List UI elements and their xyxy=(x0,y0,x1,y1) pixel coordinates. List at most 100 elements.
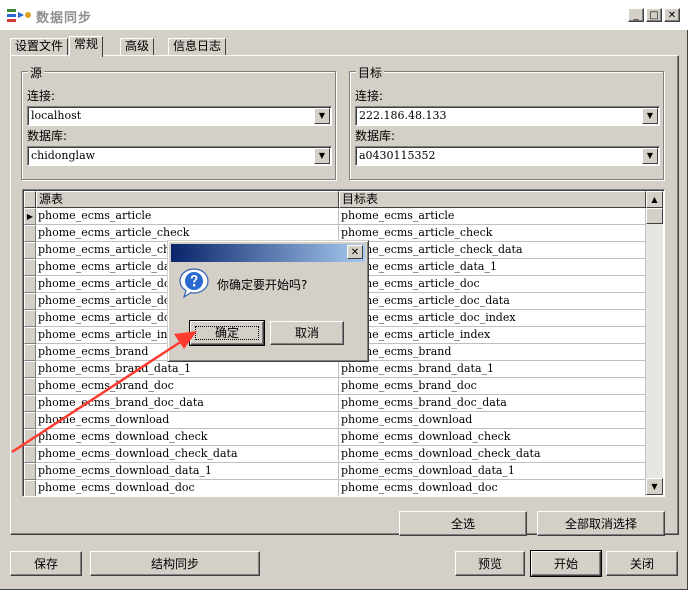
title-bar: 数据同步 _ □ ✕ xyxy=(0,0,688,30)
chevron-down-icon[interactable]: ▼ xyxy=(642,148,658,164)
scroll-thumb[interactable] xyxy=(646,208,663,224)
target-table-cell[interactable]: phome_ecms_article_doc_index xyxy=(339,310,646,327)
row-indicator[interactable] xyxy=(24,361,36,378)
target-table-cell[interactable]: phome_ecms_brand_data_1 xyxy=(339,361,646,378)
source-database-combo[interactable]: chidonglaw ▼ xyxy=(27,146,332,166)
row-indicator[interactable] xyxy=(24,259,36,276)
structure-sync-button[interactable]: 结构同步 xyxy=(90,551,260,576)
source-connection-combo[interactable]: localhost ▼ xyxy=(27,106,332,126)
row-indicator[interactable] xyxy=(24,429,36,446)
row-indicator[interactable] xyxy=(24,293,36,310)
tab-general[interactable]: 常规 xyxy=(69,36,104,57)
table-row[interactable]: phome_ecms_download_check_data phome_ecms… xyxy=(24,446,646,463)
row-indicator[interactable] xyxy=(24,378,36,395)
source-group-title: 源 xyxy=(28,64,45,81)
scroll-up-button[interactable]: ▲ xyxy=(646,191,663,208)
target-connection-label: 连接: xyxy=(355,89,384,103)
tab-info-log[interactable]: 信息日志 xyxy=(168,38,227,56)
target-table-cell[interactable]: phome_ecms_download xyxy=(339,412,646,429)
tab-settings-file[interactable]: 设置文件 xyxy=(10,38,69,56)
target-table-cell[interactable]: phome_ecms_download_data_1 xyxy=(339,463,646,480)
table-row[interactable]: phome_ecms_brand_doc phome_ecms_brand_doc xyxy=(24,378,646,395)
row-indicator[interactable] xyxy=(24,463,36,480)
data-sync-window: 数据同步 _ □ ✕ 设置文件 常规 高级 信息日志 源 连接: localho… xyxy=(0,0,688,590)
row-indicator[interactable] xyxy=(24,412,36,429)
table-row[interactable]: phome_ecms_brand_doc_data phome_ecms_bran… xyxy=(24,395,646,412)
grid-header-source-table[interactable]: 源表 xyxy=(36,191,339,208)
row-indicator[interactable] xyxy=(24,395,36,412)
close-button[interactable]: 关闭 xyxy=(606,551,678,576)
dialog-close-button[interactable]: ✕ xyxy=(347,245,363,259)
target-table-cell[interactable]: phome_ecms_article xyxy=(339,208,646,225)
row-indicator[interactable] xyxy=(24,327,36,344)
target-table-cell[interactable]: phome_ecms_brand_doc xyxy=(339,378,646,395)
table-row[interactable]: phome_ecms_download_doc phome_ecms_downlo… xyxy=(24,480,646,496)
row-indicator[interactable] xyxy=(24,344,36,361)
table-row[interactable]: ▶ phome_ecms_article phome_ecms_article xyxy=(24,208,646,225)
table-row[interactable]: phome_ecms_brand_data_1 phome_ecms_brand_… xyxy=(24,361,646,378)
source-table-cell[interactable]: phome_ecms_brand_doc xyxy=(36,378,339,395)
close-window-button[interactable]: ✕ xyxy=(664,8,680,22)
target-table-cell[interactable]: phome_ecms_article_data_1 xyxy=(339,259,646,276)
target-table-cell[interactable]: phome_ecms_article_check_data xyxy=(339,242,646,259)
data-sync-app-icon xyxy=(7,9,31,22)
row-indicator[interactable] xyxy=(24,276,36,293)
start-button[interactable]: 开始 xyxy=(530,550,602,577)
source-table-cell[interactable]: phome_ecms_download xyxy=(36,412,339,429)
source-connection-label: 连接: xyxy=(27,89,56,103)
window-title: 数据同步 xyxy=(36,11,93,26)
source-table-cell[interactable]: phome_ecms_download_doc xyxy=(36,480,339,496)
select-all-button[interactable]: 全选 xyxy=(399,511,527,536)
source-table-cell[interactable]: phome_ecms_brand_doc_data xyxy=(36,395,339,412)
maximize-button[interactable]: □ xyxy=(646,8,662,22)
preview-button[interactable]: 预览 xyxy=(455,551,525,576)
target-table-cell[interactable]: phome_ecms_download_check_data xyxy=(339,446,646,463)
row-indicator[interactable] xyxy=(24,446,36,463)
target-table-cell[interactable]: phome_ecms_brand xyxy=(339,344,646,361)
target-table-cell[interactable]: phome_ecms_download_check xyxy=(339,429,646,446)
target-database-combo[interactable]: a0430115352 ▼ xyxy=(355,146,660,166)
table-row[interactable]: phome_ecms_download_data_1 phome_ecms_dow… xyxy=(24,463,646,480)
target-group: 目标 连接: 222.186.48.133 ▼ 数据库: a0430115352… xyxy=(349,64,664,180)
grid-header-target-table[interactable]: 目标表 xyxy=(339,191,646,208)
row-indicator[interactable] xyxy=(24,225,36,242)
target-database-label: 数据库: xyxy=(355,129,396,143)
table-row[interactable]: phome_ecms_download_check phome_ecms_down… xyxy=(24,429,646,446)
source-database-value: chidonglaw xyxy=(31,149,96,162)
chevron-down-icon[interactable]: ▼ xyxy=(314,148,330,164)
chevron-down-icon[interactable]: ▼ xyxy=(642,108,658,124)
target-table-cell[interactable]: phome_ecms_download_doc xyxy=(339,480,646,496)
confirm-dialog: ✕ 你确定要开始吗? 确定 取消 xyxy=(167,240,369,362)
tab-advanced[interactable]: 高级 xyxy=(120,38,155,56)
chevron-down-icon[interactable]: ▼ xyxy=(314,108,330,124)
current-row-indicator-icon[interactable]: ▶ xyxy=(24,208,36,225)
source-table-cell[interactable]: phome_ecms_brand_data_1 xyxy=(36,361,339,378)
source-connection-value: localhost xyxy=(31,109,82,122)
dialog-cancel-button[interactable]: 取消 xyxy=(270,321,344,345)
save-button[interactable]: 保存 xyxy=(10,551,82,576)
scroll-down-button[interactable]: ▼ xyxy=(646,478,663,495)
source-table-cell[interactable]: phome_ecms_download_data_1 xyxy=(36,463,339,480)
focus-rectangle xyxy=(195,326,259,340)
confirm-message: 你确定要开始吗? xyxy=(217,278,308,292)
grid-header: 源表 目标表 xyxy=(24,191,646,208)
table-row[interactable]: phome_ecms_download phome_ecms_download xyxy=(24,412,646,429)
row-indicator[interactable] xyxy=(24,310,36,327)
dialog-ok-button[interactable]: 确定 xyxy=(189,320,265,346)
row-indicator[interactable] xyxy=(24,480,36,496)
target-connection-combo[interactable]: 222.186.48.133 ▼ xyxy=(355,106,660,126)
target-table-cell[interactable]: phome_ecms_article_index xyxy=(339,327,646,344)
row-indicator[interactable] xyxy=(24,242,36,259)
target-connection-value: 222.186.48.133 xyxy=(359,109,447,122)
source-table-cell[interactable]: phome_ecms_download_check xyxy=(36,429,339,446)
target-table-cell[interactable]: phome_ecms_brand_doc_data xyxy=(339,395,646,412)
target-table-cell[interactable]: phome_ecms_article_doc xyxy=(339,276,646,293)
target-table-cell[interactable]: phome_ecms_article_check xyxy=(339,225,646,242)
target-table-cell[interactable]: phome_ecms_article_doc_data xyxy=(339,293,646,310)
source-table-cell[interactable]: phome_ecms_article xyxy=(36,208,339,225)
source-table-cell[interactable]: phome_ecms_download_check_data xyxy=(36,446,339,463)
minimize-button[interactable]: _ xyxy=(628,8,644,22)
deselect-all-button[interactable]: 全部取消选择 xyxy=(537,511,665,536)
grid-vertical-scrollbar[interactable]: ▲ ▼ xyxy=(646,191,663,495)
target-group-title: 目标 xyxy=(356,64,385,81)
